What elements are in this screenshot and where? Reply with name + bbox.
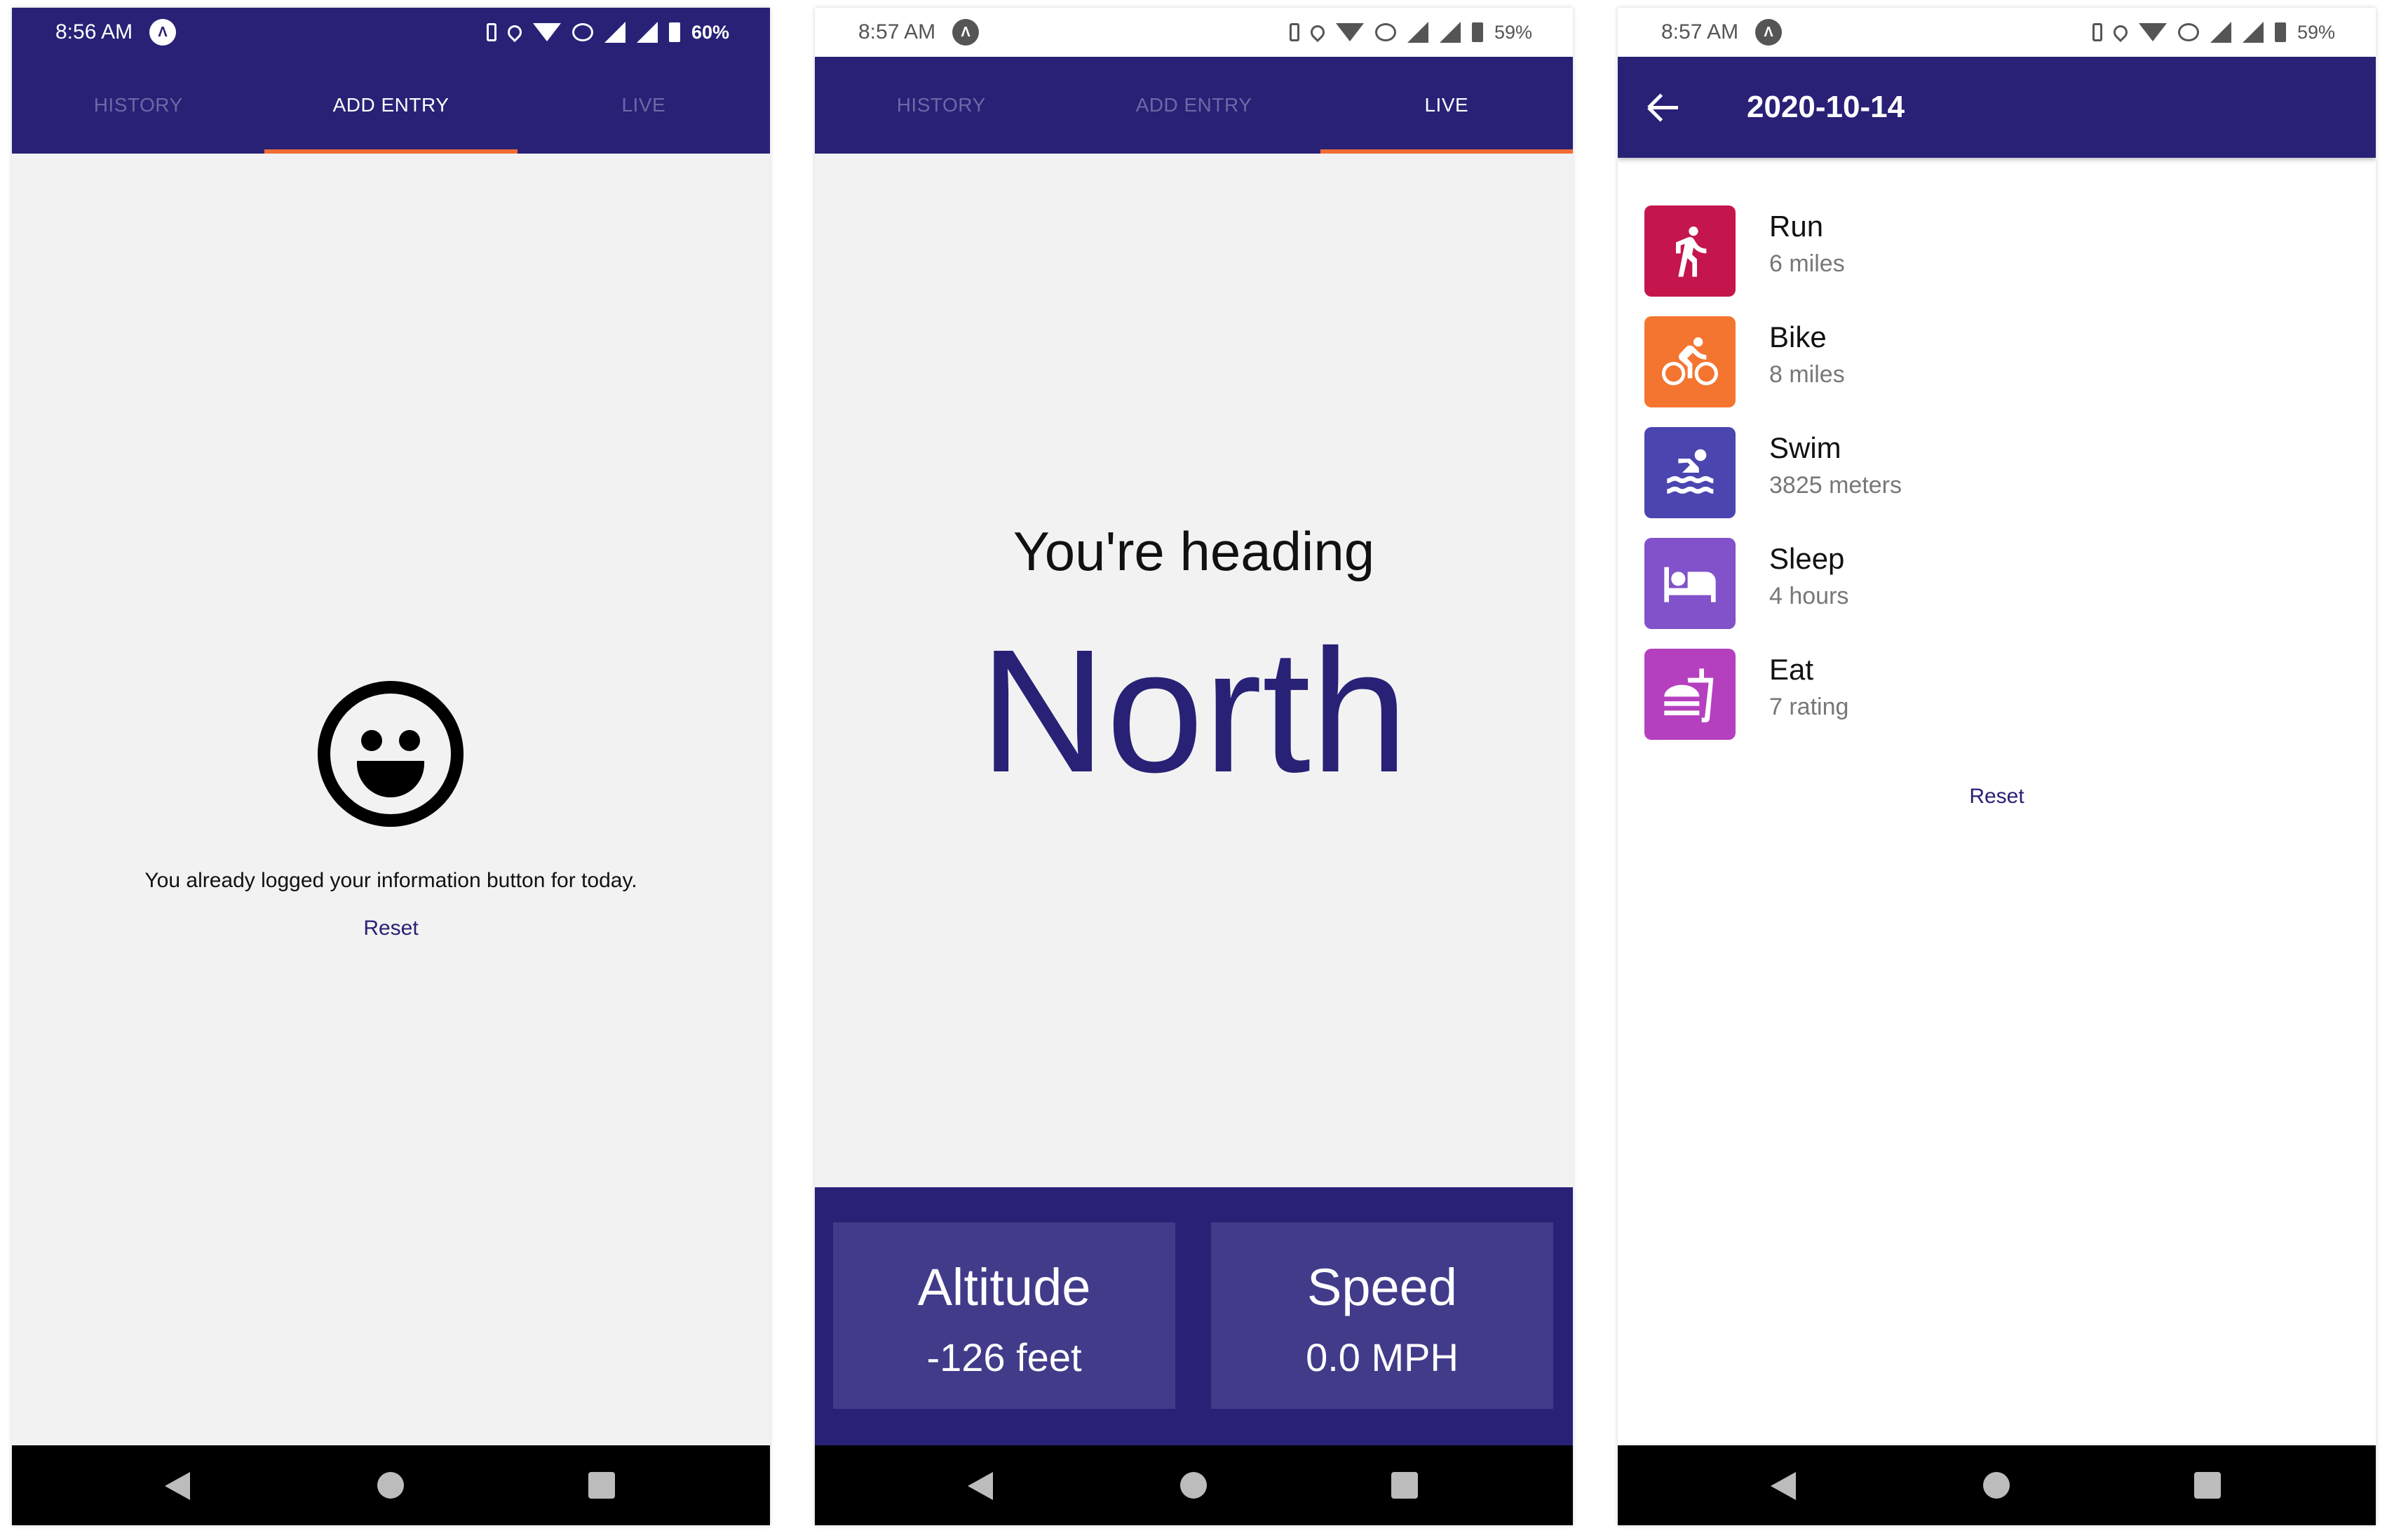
status-time: 8:56 AM	[55, 20, 133, 43]
activity-name: Run	[1769, 210, 1824, 243]
status-icons: 59%	[1289, 21, 1532, 43]
heading-label: You're heading	[1013, 520, 1375, 582]
activity-name: Sleep	[1769, 542, 1845, 575]
vibrate-icon	[486, 23, 496, 41]
location-icon	[1307, 22, 1328, 43]
nav-recents-icon[interactable]	[2194, 1472, 2221, 1499]
swim-icon	[1644, 427, 1736, 518]
screen-live: 8:57 AM Λ 59% HISTORY ADD ENTRY LIVE You…	[815, 8, 1573, 1525]
activity-name: Bike	[1769, 320, 1827, 353]
nav-back-icon[interactable]	[968, 1472, 993, 1500]
status-icons: 60%	[486, 21, 729, 43]
status-time: 8:57 AM	[858, 20, 936, 43]
signal-icon-2	[1439, 22, 1461, 43]
run-icon	[1644, 205, 1736, 297]
app-notification-icon: Λ	[1755, 19, 1783, 46]
tab-bar: HISTORY ADD ENTRY LIVE	[815, 57, 1573, 154]
status-bar: 8:56 AM Λ 60%	[12, 8, 770, 57]
signal-icon	[604, 22, 626, 43]
signal-icon-2	[636, 22, 658, 43]
altitude-card: Altitude -126 feet	[833, 1222, 1175, 1409]
status-time: 8:57 AM	[1661, 20, 1739, 43]
app-notification-icon: Λ	[149, 19, 177, 46]
location-icon	[2110, 22, 2131, 43]
activity-name: Eat	[1769, 653, 1814, 686]
stats-panel: Altitude -126 feet Speed 0.0 MPH	[815, 1187, 1573, 1445]
activity-item-eat: Eat 7 rating	[1644, 649, 2346, 740]
activity-item-run: Run 6 miles	[1644, 205, 2346, 297]
battery-percent: 59%	[2297, 21, 2335, 43]
tab-live[interactable]: LIVE	[1320, 57, 1573, 154]
nav-back-icon[interactable]	[1771, 1472, 1796, 1500]
altitude-title: Altitude	[917, 1258, 1091, 1316]
screen-history-detail: 8:57 AM Λ 59% 2020-10-14 Run 6 miles Bik…	[1618, 8, 2376, 1525]
wifi-icon	[532, 23, 561, 41]
reset-button[interactable]: Reset	[12, 917, 770, 940]
nav-home-icon[interactable]	[1180, 1472, 1207, 1499]
nav-recents-icon[interactable]	[1391, 1472, 1418, 1499]
tab-live[interactable]: LIVE	[518, 57, 770, 154]
activity-item-sleep: Sleep 4 hours	[1644, 538, 2346, 629]
back-arrow-icon[interactable]	[1646, 89, 1682, 126]
battery-icon	[668, 22, 680, 42]
battery-icon	[2274, 22, 2286, 42]
volte-icon	[1374, 23, 1396, 41]
already-logged-message: You already logged your information butt…	[144, 869, 637, 892]
tab-bar: HISTORY ADD ENTRY LIVE	[12, 57, 770, 154]
app-notification-icon: Λ	[952, 19, 980, 46]
status-icons: 59%	[2092, 22, 2335, 43]
vibrate-icon	[1289, 23, 1299, 41]
bike-icon	[1644, 316, 1736, 407]
nav-back-icon[interactable]	[165, 1472, 190, 1500]
altitude-value: -126 feet	[926, 1335, 1082, 1379]
battery-percent: 60%	[691, 21, 729, 43]
speed-card: Speed 0.0 MPH	[1211, 1222, 1553, 1409]
heading-direction: North	[979, 613, 1409, 809]
volte-icon	[572, 23, 593, 41]
activity-item-swim: Swim 3825 meters	[1644, 427, 2346, 518]
nav-bar	[815, 1445, 1573, 1525]
app-bar: 2020-10-14	[1618, 57, 2376, 158]
screen-add-entry: 8:56 AM Λ 60% HISTORY ADD ENTRY LIVE You…	[12, 8, 770, 1525]
nav-bar	[1618, 1445, 2376, 1525]
vibrate-icon	[2092, 23, 2102, 41]
activity-value: 8 miles	[1769, 361, 1845, 388]
status-bar: 8:57 AM Λ 59%	[815, 8, 1573, 57]
battery-percent: 59%	[1494, 21, 1532, 43]
wifi-icon	[2138, 23, 2167, 41]
signal-icon	[1407, 22, 1428, 43]
volte-icon	[2177, 23, 2199, 41]
tab-add-entry[interactable]: ADD ENTRY	[1067, 57, 1320, 154]
activity-value: 4 hours	[1769, 583, 1849, 609]
nav-home-icon[interactable]	[377, 1472, 404, 1499]
signal-icon	[2210, 22, 2231, 43]
wifi-icon	[1335, 23, 1364, 41]
nav-home-icon[interactable]	[1983, 1472, 2010, 1499]
speed-title: Speed	[1307, 1258, 1457, 1316]
speed-value: 0.0 MPH	[1306, 1335, 1459, 1379]
nav-recents-icon[interactable]	[588, 1472, 615, 1499]
location-icon	[504, 22, 525, 43]
reset-button[interactable]: Reset	[1618, 785, 2376, 809]
tab-add-entry[interactable]: ADD ENTRY	[264, 57, 518, 154]
activity-name: Swim	[1769, 431, 1841, 464]
activity-value: 6 miles	[1769, 250, 1845, 277]
tab-history[interactable]: HISTORY	[815, 57, 1067, 154]
status-bar: 8:57 AM Λ 59%	[1618, 8, 2376, 57]
activity-item-bike: Bike 8 miles	[1644, 316, 2346, 407]
date-title: 2020-10-14	[1747, 90, 1905, 124]
nav-bar	[12, 1445, 770, 1525]
bed-icon	[1644, 538, 1736, 629]
activity-value: 3825 meters	[1769, 472, 1902, 499]
battery-icon	[1471, 22, 1483, 42]
activity-value: 7 rating	[1769, 694, 1849, 720]
tab-history[interactable]: HISTORY	[12, 57, 264, 154]
signal-icon-2	[2242, 22, 2264, 43]
food-icon	[1644, 649, 1736, 740]
smiley-icon	[318, 681, 464, 827]
